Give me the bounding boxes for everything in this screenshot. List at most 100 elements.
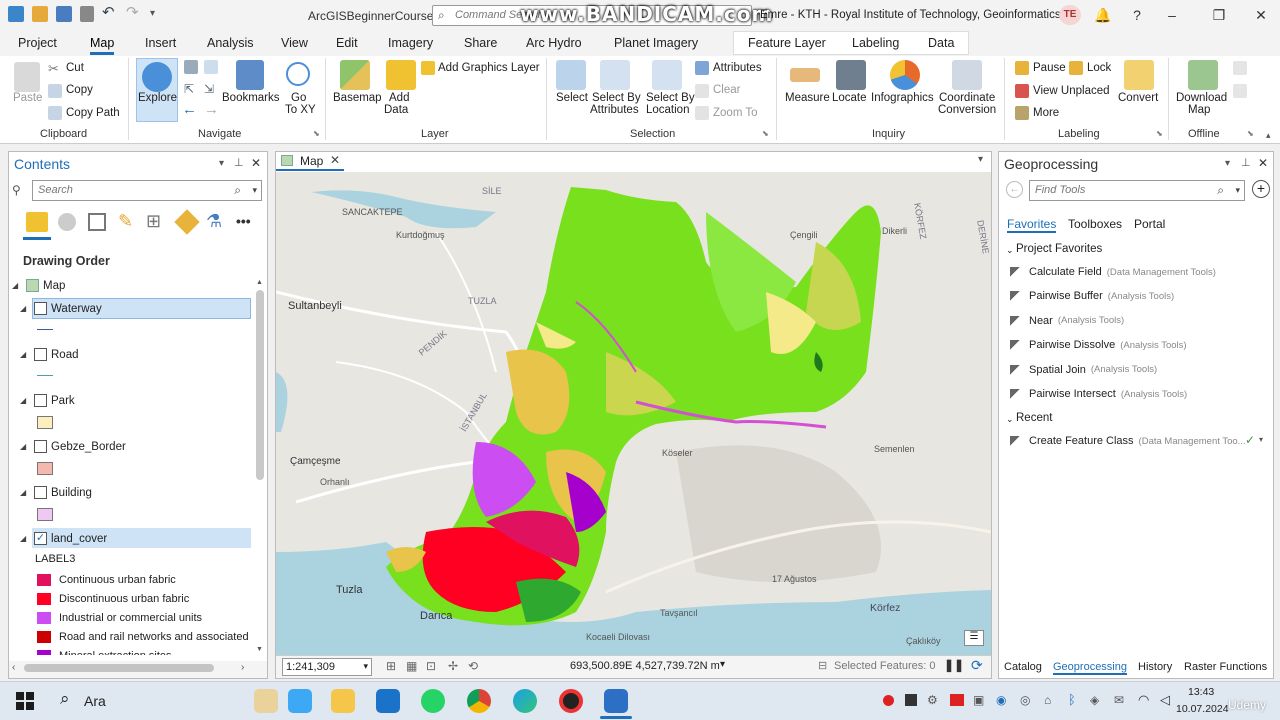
tray-icon[interactable]: ✉ xyxy=(1114,693,1124,707)
pause-button[interactable]: Pause xyxy=(1033,62,1066,74)
stop-icon[interactable] xyxy=(905,694,917,706)
print-icon[interactable] xyxy=(80,6,94,22)
select-by-label[interactable]: Select By xyxy=(592,92,641,104)
tab-view[interactable]: View xyxy=(281,36,308,50)
scroll-right-icon[interactable]: › xyxy=(241,662,244,673)
infographics-button[interactable]: Infographics xyxy=(871,92,934,104)
cut-button[interactable]: Cut xyxy=(66,62,84,74)
tab-share[interactable]: Share xyxy=(464,36,497,50)
layer-gebze-border[interactable]: ◢ Gebze_Border xyxy=(20,440,126,453)
find-tools-input[interactable]: Find Tools ⌕ ▾ xyxy=(1029,180,1245,201)
taskbar-search-text[interactable]: Ara xyxy=(84,693,106,709)
selection-launcher-icon[interactable]: ⬊ xyxy=(762,129,769,138)
coordinate-format-dropdown-icon[interactable]: ▾ xyxy=(720,659,725,670)
tab-geoprocessing[interactable]: Geoprocessing xyxy=(1053,661,1127,675)
extent-icon[interactable]: ⊡ xyxy=(426,659,436,673)
bluetooth-icon[interactable]: ᛒ xyxy=(1068,692,1076,707)
favorite-tool[interactable]: Spatial Join (Analysis Tools) xyxy=(1010,364,1157,376)
collapse-icon[interactable]: ◢ xyxy=(20,350,30,359)
remove-offline-icon[interactable] xyxy=(1233,84,1247,98)
chrome-icon[interactable] xyxy=(467,689,491,713)
zoom-in-arrows-icon[interactable]: ⇱ xyxy=(184,82,198,96)
tab-insert[interactable]: Insert xyxy=(145,36,176,50)
data-label[interactable]: Data xyxy=(384,104,408,116)
copy-path-button[interactable]: Copy Path xyxy=(66,107,120,119)
table-icon[interactable]: ▦ xyxy=(406,659,417,673)
avatar[interactable]: TE xyxy=(1059,5,1081,25)
collapse-icon[interactable]: ◢ xyxy=(20,488,30,497)
zoom-to-button[interactable]: Zoom To xyxy=(713,107,758,119)
tab-toolboxes[interactable]: Toolboxes xyxy=(1068,217,1122,231)
tray-icon[interactable]: ⚙ xyxy=(927,693,938,707)
recent-tool-create-feature-class[interactable]: Create Feature Class (Data Management To… xyxy=(1010,435,1246,447)
refresh-icon[interactable]: ⟳ xyxy=(971,657,983,674)
labeling-launcher-icon[interactable]: ⬊ xyxy=(1156,129,1163,138)
save-icon[interactable] xyxy=(56,6,72,22)
close-icon[interactable]: ✕ xyxy=(1252,6,1270,24)
measure-button[interactable]: Measure xyxy=(785,92,830,104)
collapse-icon[interactable]: ◢ xyxy=(20,396,30,405)
undo-icon[interactable]: ↶ xyxy=(102,5,118,22)
tool-options-icon[interactable]: ▾ xyxy=(1259,435,1263,444)
tab-arc-hydro[interactable]: Arc Hydro xyxy=(526,36,582,50)
lock-button[interactable]: Lock xyxy=(1087,62,1111,74)
layer-park[interactable]: ◢ Park xyxy=(20,394,75,407)
next-extent-icon[interactable]: → xyxy=(204,102,219,118)
view-options-icon[interactable]: ▾ xyxy=(978,154,983,165)
rotate-icon[interactable]: ⟲ xyxy=(468,659,478,673)
collapse-icon[interactable]: ◢ xyxy=(20,442,30,451)
open-project-icon[interactable] xyxy=(32,6,48,22)
collapse-icon[interactable]: ◢ xyxy=(20,534,30,543)
layer-land-cover[interactable]: ◢ ✓ land_cover xyxy=(20,532,107,545)
minimize-icon[interactable]: – xyxy=(1163,6,1181,24)
tab-edit[interactable]: Edit xyxy=(336,36,358,50)
collapse-icon[interactable]: ⌄ xyxy=(1006,245,1014,256)
to-xy-label[interactable]: To XY xyxy=(285,104,316,116)
layer-visibility-checkbox[interactable] xyxy=(34,394,47,407)
collapse-icon[interactable]: ◢ xyxy=(20,304,30,313)
tab-map[interactable]: Map xyxy=(90,36,115,55)
help-icon[interactable]: ? xyxy=(1128,6,1146,24)
search-icon[interactable]: ⌕ xyxy=(234,183,241,198)
collapse-icon[interactable]: ◢ xyxy=(12,281,22,290)
record-icon[interactable] xyxy=(883,695,894,706)
scale-selector[interactable]: 1:241,309 ▾ xyxy=(282,658,372,676)
favorite-tool[interactable]: Pairwise Intersect (Analysis Tools) xyxy=(1010,388,1187,400)
clear-button[interactable]: Clear xyxy=(713,84,740,96)
outlook-icon[interactable] xyxy=(376,689,400,713)
favorite-tool[interactable]: Near (Analysis Tools) xyxy=(1010,315,1124,327)
pane-options-icon[interactable]: ▾ xyxy=(1225,158,1230,169)
search-options-icon[interactable]: ▾ xyxy=(1235,185,1240,196)
recent-heading[interactable]: Recent xyxy=(1016,412,1052,424)
convert-button[interactable]: Convert xyxy=(1118,92,1158,104)
arcgis-pro-icon[interactable] xyxy=(604,689,628,713)
select-by-attributes-button[interactable]: Attributes xyxy=(590,104,639,116)
download-map-button[interactable]: Map xyxy=(1188,104,1210,116)
tab-imagery[interactable]: Imagery xyxy=(388,36,433,50)
layer-visibility-checkbox[interactable] xyxy=(34,302,47,315)
scroll-up-icon[interactable]: ▲ xyxy=(256,279,263,286)
layer-visibility-checkbox[interactable] xyxy=(34,440,47,453)
close-map-tab-icon[interactable]: ✕ xyxy=(330,153,340,167)
pin-icon[interactable]: ⊥ xyxy=(234,156,244,169)
tray-icon[interactable]: ◈ xyxy=(1090,693,1099,707)
search-icon[interactable]: ⌕ xyxy=(1217,183,1224,198)
notification-icon[interactable]: 🔔 xyxy=(1094,6,1112,24)
tab-labeling[interactable]: Labeling xyxy=(852,36,899,50)
tray-icon[interactable]: ⌂ xyxy=(1044,693,1051,707)
start-icon[interactable] xyxy=(16,692,34,710)
list-by-editing-icon[interactable]: ✎ xyxy=(118,211,133,232)
collapse-ribbon-icon[interactable]: ▴ xyxy=(1266,130,1271,141)
explore-button[interactable]: Explore xyxy=(138,92,177,104)
contents-horizontal-scrollbar[interactable] xyxy=(24,664,214,672)
sync-icon[interactable] xyxy=(1233,61,1247,75)
file-explorer-icon[interactable] xyxy=(331,689,355,713)
list-by-snapping-icon[interactable]: ⊞ xyxy=(146,211,161,232)
locate-button[interactable]: Locate xyxy=(832,92,867,104)
filter-icon[interactable]: ⚲ xyxy=(12,183,21,197)
copilot-icon[interactable] xyxy=(288,689,312,713)
fixed-zoom-icon[interactable] xyxy=(204,60,218,74)
layer-visibility-checkbox[interactable] xyxy=(34,486,47,499)
tab-raster-functions[interactable]: Raster Functions xyxy=(1184,661,1267,673)
layer-road[interactable]: ◢ Road xyxy=(20,348,79,361)
